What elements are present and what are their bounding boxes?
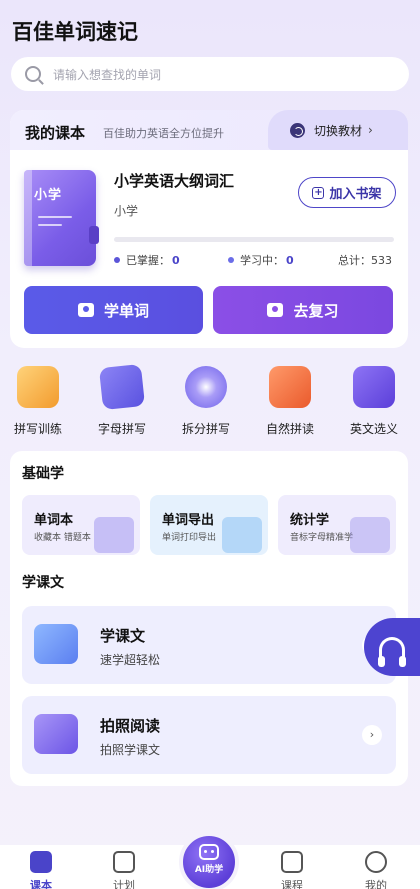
textbook-header-subtitle: 百佳助力英语全方位提升 — [103, 127, 224, 140]
chevron-right-icon: › — [368, 123, 373, 137]
export-icon — [222, 517, 262, 553]
basics-section: 基础学 单词本 收藏本 错题本 单词导出 单词打印导出 统计学 音标字母精准学 … — [10, 451, 408, 786]
learning-stat: 学习中： 0 — [228, 252, 294, 268]
ai-assistant-label: AI助学 — [194, 864, 224, 875]
learning-value: 0 — [286, 253, 294, 267]
feature-label: 英文选义 — [349, 422, 398, 436]
textbook-header-title: 我的课本 — [25, 124, 86, 142]
switch-textbook-label: 切换教材 — [314, 123, 363, 138]
lesson-subtitle: 速学超轻松 — [100, 653, 161, 667]
book-title: 小学英语大纲词汇 — [114, 172, 235, 190]
tab-label: 课程 — [281, 879, 303, 889]
add-to-shelf-button[interactable]: + 加入书架 — [298, 177, 396, 208]
lesson-title: 拍照阅读 — [100, 717, 161, 735]
total-stat: 总计： 533 — [338, 252, 392, 268]
book-icon — [94, 517, 134, 553]
calendar-icon — [113, 851, 135, 873]
feature-label: 字母拼写 — [97, 422, 146, 436]
book-cover-label: 小学 — [34, 188, 63, 203]
tab-mine[interactable]: 我的 — [346, 851, 406, 889]
textbook-header: 我的课本 百佳助力英语全方位提升 切换教材 › — [10, 110, 408, 150]
book-cover[interactable]: 小学 — [24, 170, 99, 266]
tile-statistics[interactable]: 统计学 音标字母精准学 — [278, 495, 396, 555]
mastered-stat: 已掌握： 0 — [114, 252, 180, 268]
mastered-label: 已掌握： — [126, 254, 170, 267]
add-to-shelf-label: 加入书架 — [329, 187, 382, 202]
feature-label: 自然拼读 — [265, 422, 314, 436]
review-label: 去复习 — [293, 301, 339, 320]
search-bar[interactable]: 请输入想查找的单词 — [11, 57, 409, 91]
headphones-icon — [17, 366, 59, 408]
app-title: 百佳单词速记 — [12, 20, 138, 44]
learn-words-label: 学单词 — [103, 301, 149, 320]
camera-icon — [34, 714, 78, 754]
switch-icon — [290, 122, 305, 138]
lesson-title: 学课文 — [100, 627, 146, 645]
switch-textbook-button[interactable]: 切换教材 › — [268, 110, 408, 150]
feature-split-spelling[interactable]: 拆分拼写 — [170, 366, 242, 437]
mastered-value: 0 — [172, 253, 180, 267]
learn-words-button[interactable]: 学单词 — [24, 286, 203, 334]
robot-icon — [199, 843, 219, 860]
basics-title: 基础学 — [22, 466, 64, 482]
tab-label: 我的 — [365, 879, 387, 889]
headset-icon — [378, 637, 406, 667]
progress-bar — [114, 237, 394, 242]
ai-assistant-button[interactable]: AI助学 — [179, 832, 239, 889]
book-subtitle: 小学 — [114, 204, 139, 218]
tab-label: 计划 — [113, 879, 135, 889]
cards-icon — [98, 363, 146, 411]
feature-phonics[interactable]: 自然拼读 — [254, 366, 326, 437]
my-textbook-card: 我的课本 百佳助力英语全方位提升 切换教材 › 小学 小学英语大纲词汇 小学 +… — [10, 110, 408, 348]
book-icon — [30, 851, 52, 873]
chevron-right-icon[interactable]: › — [362, 725, 382, 745]
total-value: 533 — [371, 253, 392, 267]
video-icon — [281, 851, 303, 873]
book-cover-line — [38, 216, 72, 218]
review-button[interactable]: 去复习 — [213, 286, 393, 334]
tab-course[interactable]: 课程 — [262, 851, 322, 889]
lesson-photo-reading[interactable]: 拍照阅读 拍照学课文 › — [22, 696, 396, 774]
learning-dot — [228, 257, 234, 263]
tab-label: 课本 — [30, 879, 52, 889]
id-card-icon — [34, 624, 78, 664]
mastered-dot — [114, 257, 120, 263]
book-cover-line — [38, 224, 62, 226]
tile-word-export[interactable]: 单词导出 单词打印导出 — [150, 495, 268, 555]
chart-icon — [350, 517, 390, 553]
feature-meaning-choice[interactable]: 英文选义 — [338, 366, 410, 437]
letter-a-icon — [353, 366, 395, 408]
feature-letter-spelling[interactable]: 字母拼写 — [86, 363, 158, 437]
microphone-icon — [185, 366, 227, 408]
plus-icon: + — [312, 186, 325, 199]
customer-service-button[interactable] — [364, 618, 420, 676]
radio-icon — [269, 366, 311, 408]
search-icon — [25, 66, 41, 82]
tab-textbook[interactable]: 课本 — [11, 851, 71, 889]
tile-word-book[interactable]: 单词本 收藏本 错题本 — [22, 495, 140, 555]
total-label: 总计： — [338, 254, 371, 267]
star-card-icon — [77, 303, 94, 317]
search-input[interactable]: 请输入想查找的单词 — [53, 66, 161, 83]
learning-label: 学习中： — [240, 254, 284, 267]
feature-label: 拆分拼写 — [181, 422, 230, 436]
feature-label: 拼写训练 — [13, 422, 62, 436]
lesson-subtitle: 拍照学课文 — [100, 743, 161, 757]
feature-spelling-training[interactable]: 拼写训练 — [2, 366, 74, 437]
calendar-icon — [267, 303, 284, 317]
lesson-learn-text[interactable]: 学课文 速学超轻松 › — [22, 606, 396, 684]
lessons-title: 学课文 — [22, 575, 64, 591]
profile-icon — [365, 851, 387, 873]
tab-plan[interactable]: 计划 — [94, 851, 154, 889]
